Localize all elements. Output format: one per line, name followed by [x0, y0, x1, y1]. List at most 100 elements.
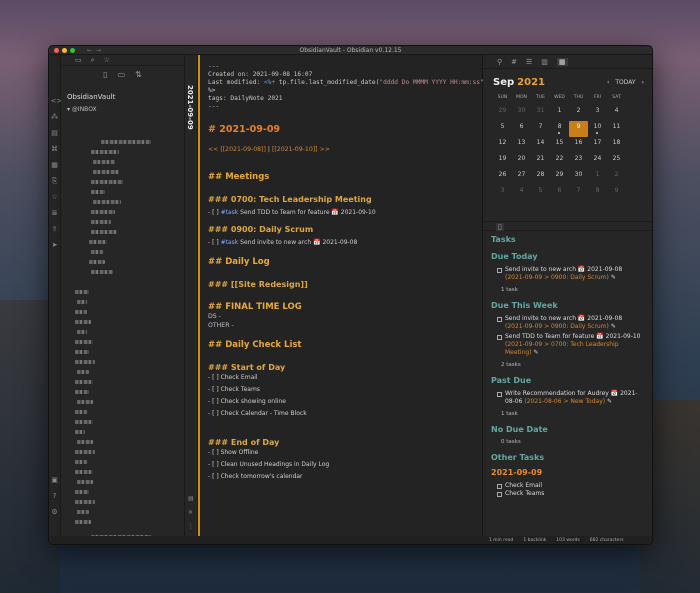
- list-icon[interactable]: ☰: [526, 58, 532, 66]
- task-item[interactable]: Check Email: [497, 482, 644, 490]
- checklist-item[interactable]: - [ ] Check tomorrow's calendar: [208, 471, 482, 483]
- file-item[interactable]: [91, 250, 103, 254]
- sort-icon[interactable]: ⇅: [135, 70, 142, 79]
- file-item[interactable]: [89, 260, 105, 264]
- task-item[interactable]: Send TDD to Team for feature 📅 2021-09-1…: [497, 333, 644, 357]
- calendar-day[interactable]: 21: [531, 153, 550, 169]
- search-icon[interactable]: ⌕: [91, 56, 95, 65]
- calendar-day[interactable]: 10: [588, 121, 607, 137]
- next-month-icon[interactable]: ›: [642, 79, 644, 86]
- graph-icon[interactable]: ⁂: [51, 113, 59, 121]
- next-day-link[interactable]: [[2021-09-10]] >>: [272, 146, 330, 153]
- calendar-day[interactable]: 15: [550, 137, 569, 153]
- outline-icon[interactable]: ▥: [541, 58, 548, 66]
- task-checkbox[interactable]: [497, 392, 502, 397]
- stack-icon[interactable]: ≣: [51, 209, 59, 217]
- calendar-day[interactable]: 20: [512, 153, 531, 169]
- vault-name[interactable]: ObsidianVault: [61, 93, 184, 101]
- calendar-day[interactable]: 19: [493, 153, 512, 169]
- file-item[interactable]: [91, 190, 105, 194]
- star-icon[interactable]: ☆: [51, 193, 59, 201]
- file-item[interactable]: [77, 370, 89, 374]
- file-item[interactable]: [75, 450, 95, 454]
- file-item[interactable]: [77, 330, 87, 334]
- file-item[interactable]: [75, 390, 89, 394]
- prev-day-link[interactable]: << [[2021-09-08]]: [208, 146, 266, 153]
- command-icon[interactable]: ⌘: [51, 145, 59, 153]
- calendar-day[interactable]: 18: [607, 137, 626, 153]
- file-item[interactable]: [75, 310, 87, 314]
- calendar-day[interactable]: 7: [531, 121, 550, 137]
- vault-icon[interactable]: ▣: [51, 476, 59, 484]
- calendar-day[interactable]: 2: [569, 105, 588, 121]
- task-item[interactable]: Send invite to new arch 📅 2021-09-08(202…: [497, 315, 644, 331]
- checklist-item[interactable]: - [ ] Check showing online: [208, 396, 482, 408]
- file-item[interactable]: [89, 240, 107, 244]
- file-item[interactable]: [91, 220, 111, 224]
- calendar-day[interactable]: 3: [493, 185, 512, 201]
- calendar-day[interactable]: 11: [607, 121, 626, 137]
- close-tab-icon[interactable]: ✕: [188, 509, 194, 516]
- calendar-day[interactable]: 25: [607, 153, 626, 169]
- file-item[interactable]: [75, 380, 93, 384]
- calendar-day[interactable]: 7: [569, 185, 588, 201]
- file-item[interactable]: [91, 270, 113, 274]
- file-item[interactable]: [91, 180, 123, 184]
- file-tab-icon[interactable]: ▯: [496, 223, 504, 231]
- task-source-link[interactable]: (2021-09-09 > 0900: Daily Scrum): [505, 323, 609, 330]
- task-checkbox[interactable]: - [ ]: [208, 209, 221, 216]
- prev-month-icon[interactable]: ‹: [607, 79, 609, 86]
- checklist-item[interactable]: - [ ] Show Offline: [208, 447, 482, 459]
- file-item[interactable]: [91, 210, 115, 214]
- template-icon[interactable]: ⎘: [51, 177, 59, 185]
- file-item[interactable]: [77, 440, 93, 444]
- task-checkbox[interactable]: [497, 268, 502, 273]
- calendar-day[interactable]: 29: [493, 105, 512, 121]
- settings-icon[interactable]: ⚙: [51, 508, 59, 516]
- calendar-day[interactable]: 2: [607, 169, 626, 185]
- task-0900[interactable]: - [ ] #task Send invite to new arch 📅 20…: [208, 237, 482, 249]
- calendar-day[interactable]: 4: [607, 105, 626, 121]
- calendar-day[interactable]: 29: [550, 169, 569, 185]
- calendar-day[interactable]: 14: [531, 137, 550, 153]
- file-item[interactable]: [75, 420, 93, 424]
- folder-icon[interactable]: ▭: [75, 56, 82, 64]
- calendar-day[interactable]: 6: [512, 121, 531, 137]
- edit-icon[interactable]: ✎: [533, 349, 538, 356]
- publish-icon[interactable]: ⇪: [51, 225, 59, 233]
- files-icon[interactable]: ▤: [51, 129, 59, 137]
- file-item[interactable]: [93, 160, 115, 164]
- edit-icon[interactable]: ✎: [607, 398, 612, 405]
- calendar-day[interactable]: 12: [493, 137, 512, 153]
- checklist-item[interactable]: - [ ] Check Calendar - Time Block: [208, 408, 482, 420]
- file-item[interactable]: [75, 500, 95, 504]
- file-item[interactable]: [75, 490, 89, 494]
- task-source-link[interactable]: (2021-09-09 > 0700: Tech Leadership Meet…: [505, 341, 619, 356]
- file-item[interactable]: [75, 340, 93, 344]
- calendar-day[interactable]: 9: [607, 185, 626, 201]
- calendar-day[interactable]: 27: [512, 169, 531, 185]
- calendar-icon[interactable]: ▦: [51, 161, 59, 169]
- file-item[interactable]: [93, 170, 119, 174]
- file-item[interactable]: [77, 400, 93, 404]
- today-button[interactable]: TODAY: [615, 79, 635, 86]
- task-item[interactable]: Check Teams: [497, 490, 644, 498]
- file-item[interactable]: [75, 520, 91, 524]
- file-item[interactable]: [93, 200, 121, 204]
- calendar-day[interactable]: 30: [512, 105, 531, 121]
- file-item[interactable]: [75, 460, 87, 464]
- task-item[interactable]: Send invite to new arch 📅 2021-09-08(202…: [497, 266, 644, 282]
- task-checkbox[interactable]: [497, 492, 502, 497]
- calendar-day[interactable]: 13: [512, 137, 531, 153]
- calendar-day[interactable]: 17: [588, 137, 607, 153]
- calendar-day[interactable]: 1: [588, 169, 607, 185]
- tab-daily-note[interactable]: 2021-09-09: [186, 85, 194, 130]
- file-item[interactable]: [75, 360, 95, 364]
- tag-icon[interactable]: #: [511, 58, 517, 66]
- task-source-link[interactable]: (2021-08-06 > New Today): [524, 398, 605, 405]
- folder-inbox[interactable]: ▾ @INBOX: [61, 106, 184, 113]
- calendar-day[interactable]: 5: [493, 121, 512, 137]
- calendar-icon[interactable]: ▦: [557, 58, 568, 66]
- help-icon[interactable]: ?: [51, 492, 59, 500]
- task-source-link[interactable]: (2021-09-09 > 0900: Daily Scrum): [505, 274, 609, 281]
